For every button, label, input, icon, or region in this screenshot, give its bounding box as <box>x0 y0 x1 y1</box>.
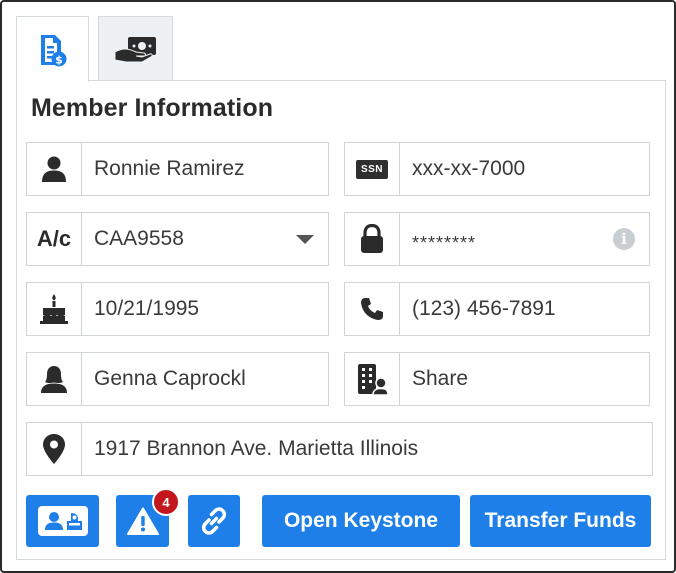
info-icon[interactable]: i <box>613 228 635 250</box>
ssn-icon: SSN <box>345 143 400 195</box>
id-card-icon <box>37 506 88 536</box>
joint-owner-value: Genna Caprockl <box>94 367 246 390</box>
svg-text:$: $ <box>55 53 63 66</box>
birthdate-field: 10/21/1995 <box>26 282 329 336</box>
alerts-badge: 4 <box>152 488 180 516</box>
birthdate-value: 10/21/1995 <box>94 297 200 320</box>
chevron-down-icon[interactable] <box>296 235 314 244</box>
phone-value: (123) 456-7891 <box>412 297 556 320</box>
building-user-icon <box>345 353 400 405</box>
birthday-cake-icon <box>27 283 82 335</box>
id-card-button[interactable] <box>26 495 99 547</box>
account-select[interactable]: A/c CAA9558 <box>26 212 329 266</box>
account-value: CAA9558 <box>94 227 184 250</box>
address-field: 1917 Brannon Ave. Marietta Illinois <box>26 422 653 476</box>
account-type-field: Share <box>344 352 650 406</box>
transfer-funds-button[interactable]: Transfer Funds <box>470 495 651 547</box>
open-keystone-label: Open Keystone <box>283 509 439 532</box>
user-icon <box>27 143 82 195</box>
account-icon: A/c <box>27 213 82 265</box>
password-value: ******** <box>412 232 477 253</box>
tab-transactions[interactable] <box>98 16 173 80</box>
password-field: ******** i <box>344 212 650 266</box>
open-keystone-button[interactable]: Open Keystone <box>262 495 460 547</box>
address-value: 1917 Brannon Ave. Marietta Illinois <box>94 437 419 460</box>
phone-icon <box>345 283 400 335</box>
section-title: Member Information <box>31 94 274 122</box>
ssn-value: xxx-xx-7000 <box>412 157 526 180</box>
link-icon <box>201 507 227 535</box>
member-info-window: $ Member Information Ronnie Ramirez SSN … <box>0 0 676 573</box>
hand-cash-icon <box>114 36 156 62</box>
account-type-value: Share <box>412 367 469 390</box>
link-button[interactable] <box>188 495 240 547</box>
member-name-field: Ronnie Ramirez <box>26 142 329 196</box>
map-marker-icon <box>27 423 82 475</box>
member-name-value: Ronnie Ramirez <box>94 157 245 180</box>
warning-icon <box>126 507 159 535</box>
transfer-funds-label: Transfer Funds <box>484 509 637 532</box>
ssn-field: SSN xxx-xx-7000 <box>344 142 650 196</box>
tab-member-info[interactable]: $ <box>16 16 89 82</box>
female-user-icon <box>27 353 82 405</box>
phone-field: (123) 456-7891 <box>344 282 650 336</box>
lock-icon <box>345 213 400 265</box>
joint-owner-field: Genna Caprockl <box>26 352 329 406</box>
document-dollar-icon: $ <box>40 34 66 66</box>
